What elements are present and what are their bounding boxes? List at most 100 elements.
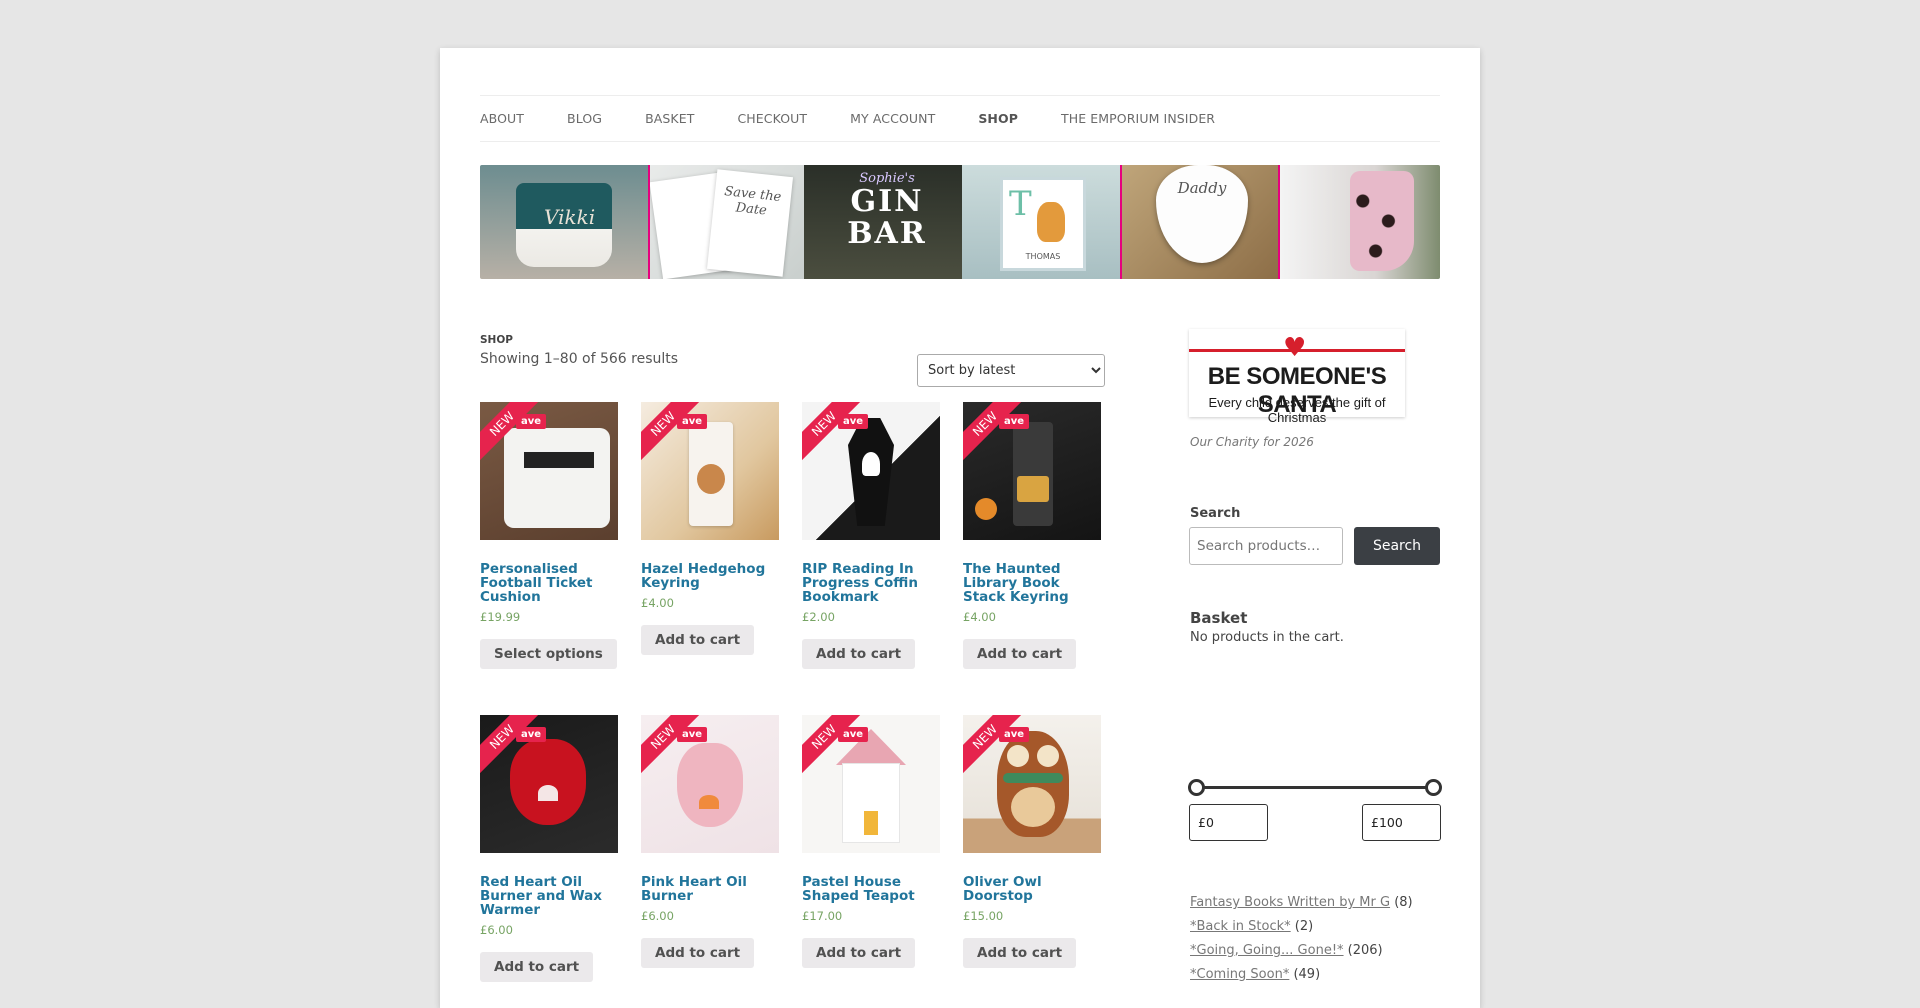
product-card: NEW ave Personalised Football Ticket Cus… — [480, 402, 620, 669]
nav-emporium-insider[interactable]: THE EMPORIUM INSIDER — [1061, 111, 1215, 126]
product-name[interactable]: RIP Reading In Progress Coffin Bookmark — [802, 562, 940, 604]
nav-about[interactable]: ABOUT — [480, 111, 524, 126]
product-card: NEW ave Pink Heart Oil Burner £6.00 Add … — [641, 715, 781, 968]
add-to-cart-button[interactable]: Add to cart — [641, 938, 755, 968]
category-link[interactable]: *Going, Going... Gone!* — [1190, 943, 1344, 958]
add-to-cart-button[interactable]: Add to cart — [802, 938, 916, 968]
keyring-card-shape — [1013, 422, 1053, 526]
nav-my-account[interactable]: MY ACCOUNT — [850, 111, 935, 126]
product-name[interactable]: The Haunted Library Book Stack Keyring — [963, 562, 1101, 604]
category-count: (8) — [1394, 895, 1413, 910]
price-slider-min-handle[interactable] — [1188, 779, 1205, 796]
save-badge: ave — [677, 727, 708, 742]
sort-select[interactable]: Sort by latest — [917, 354, 1105, 387]
product-name[interactable]: Hazel Hedgehog Keyring — [641, 562, 779, 590]
category-list: Fantasy Books Written by Mr G (8) *Back … — [1190, 891, 1413, 987]
gin-line-2: GIN — [850, 184, 924, 219]
gin-bar-sign: Sophie's GIN BAR — [842, 171, 932, 250]
tealight-opening — [538, 785, 558, 801]
product-price: £19.99 — [480, 610, 521, 624]
category-count: (49) — [1293, 967, 1321, 982]
product-image[interactable]: NEW ave — [641, 715, 779, 853]
product-card: NEW ave Pastel House Shaped Teapot £17.0… — [802, 715, 942, 968]
category-count: (206) — [1347, 943, 1383, 958]
heart-burner-shape — [510, 739, 586, 825]
add-to-cart-button[interactable]: Add to cart — [963, 639, 1077, 669]
pumpkin-shape — [975, 498, 997, 520]
add-to-cart-button[interactable]: Add to cart — [480, 952, 594, 982]
search-button[interactable]: Search — [1354, 527, 1440, 565]
owl-right-eye — [1037, 745, 1059, 767]
category-item: *Coming Soon* (49) — [1190, 963, 1413, 987]
nav-blog[interactable]: BLOG — [567, 111, 602, 126]
price-min-input[interactable]: £0 — [1189, 804, 1268, 841]
nav-checkout[interactable]: CHECKOUT — [737, 111, 807, 126]
category-link[interactable]: Fantasy Books Written by Mr G — [1190, 895, 1390, 910]
save-badge: ave — [999, 414, 1030, 429]
product-name[interactable]: Personalised Football Ticket Cushion — [480, 562, 618, 604]
product-card: NEW ave Oliver Owl Doorstop £15.00 Add t… — [963, 715, 1103, 968]
price-slider-max-handle[interactable] — [1425, 779, 1442, 796]
pick-text: Daddy — [1177, 179, 1227, 197]
product-price: £2.00 — [802, 610, 835, 624]
add-to-cart-button[interactable]: Add to cart — [802, 639, 916, 669]
product-image[interactable]: NEW ave — [480, 402, 618, 540]
banner-stocking-image — [1278, 165, 1440, 279]
save-badge: ave — [838, 727, 869, 742]
tealight-flame — [699, 795, 719, 809]
header-banner[interactable]: Vikki Save the Date Sophie's GIN BAR T T… — [480, 165, 1440, 279]
select-options-button[interactable]: Select options — [480, 639, 617, 669]
nav-shop[interactable]: SHOP — [978, 111, 1018, 126]
save-badge: ave — [516, 727, 547, 742]
stocking-shape — [1350, 171, 1414, 271]
search-input[interactable] — [1189, 527, 1343, 565]
add-to-cart-button[interactable]: Add to cart — [641, 625, 755, 655]
breadcrumb[interactable]: SHOP — [480, 334, 513, 346]
product-image[interactable]: NEW ave — [802, 715, 940, 853]
product-image[interactable]: NEW ave — [802, 402, 940, 540]
category-link[interactable]: *Back in Stock* — [1190, 919, 1291, 934]
ticket-stripe — [524, 452, 594, 468]
nav-basket[interactable]: BASKET — [645, 111, 694, 126]
price-slider-track[interactable] — [1197, 786, 1437, 789]
charity-tagline: Every child deserves the gift of Christm… — [1208, 395, 1386, 425]
product-image[interactable]: NEW ave — [641, 402, 779, 540]
product-name[interactable]: Pink Heart Oil Burner — [641, 875, 779, 903]
page-container: ABOUT BLOG BASKET CHECKOUT MY ACCOUNT SH… — [440, 48, 1480, 1008]
category-count: (2) — [1294, 919, 1314, 934]
owl-left-eye — [1007, 745, 1029, 767]
banner-save-the-date-image: Save the Date — [648, 165, 804, 279]
product-price: £4.00 — [641, 596, 674, 610]
tiger-illustration — [1037, 202, 1065, 242]
product-price: £6.00 — [641, 909, 674, 923]
book-stack-shape — [1017, 476, 1049, 502]
category-item: *Back in Stock* (2) — [1190, 915, 1413, 939]
product-card: NEW ave The Haunted Library Book Stack K… — [963, 402, 1103, 669]
add-to-cart-button[interactable]: Add to cart — [963, 938, 1077, 968]
product-price: £17.00 — [802, 909, 843, 923]
product-price: £15.00 — [963, 909, 1004, 923]
cushion-shape — [504, 428, 610, 528]
main-navigation: ABOUT BLOG BASKET CHECKOUT MY ACCOUNT SH… — [480, 95, 1440, 142]
product-card: NEW ave RIP Reading In Progress Coffin B… — [802, 402, 942, 669]
ghost-shape — [862, 452, 880, 476]
owl-belly — [1011, 787, 1055, 827]
charity-caption: Our Charity for 2026 — [1190, 435, 1314, 449]
product-image[interactable]: NEW ave — [963, 402, 1101, 540]
product-name[interactable]: Oliver Owl Doorstop — [963, 875, 1101, 903]
hedgehog-shape — [697, 464, 725, 494]
banner-tiger-print-image: T THOMAS — [962, 165, 1120, 279]
product-price: £4.00 — [963, 610, 996, 624]
charity-banner[interactable]: ♥ BE SOMEONE'S SANTA Every child deserve… — [1189, 329, 1405, 425]
product-image[interactable]: NEW ave — [480, 715, 618, 853]
mug-name-text: Vikki — [544, 205, 596, 229]
product-image[interactable]: NEW ave — [963, 715, 1101, 853]
banner-mug-image: Vikki — [480, 165, 648, 279]
category-link[interactable]: *Coming Soon* — [1190, 967, 1289, 982]
owl-scarf — [1003, 773, 1063, 783]
category-item: Fantasy Books Written by Mr G (8) — [1190, 891, 1413, 915]
heart-burner-shape — [677, 743, 743, 827]
product-name[interactable]: Pastel House Shaped Teapot — [802, 875, 940, 903]
product-name[interactable]: Red Heart Oil Burner and Wax Warmer — [480, 875, 618, 917]
price-max-input[interactable]: £100 — [1362, 804, 1441, 841]
